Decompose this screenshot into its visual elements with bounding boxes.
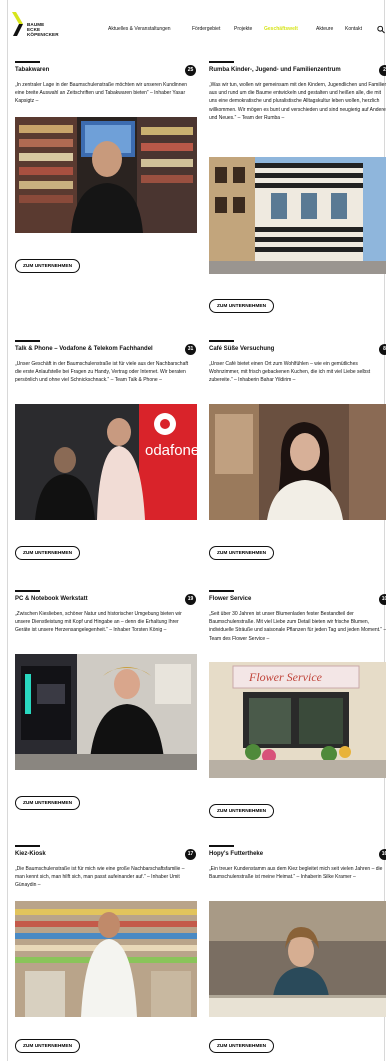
map-number-badge: 17: [185, 849, 196, 860]
talk-phone-photo-art: [15, 404, 197, 520]
nav-item-akteure[interactable]: Akteure: [316, 26, 333, 32]
pc-werkstatt-photo: [15, 654, 197, 770]
card-rule: [15, 61, 40, 63]
card-rule: [15, 845, 40, 847]
map-number-badge: 8: [379, 344, 386, 355]
kiez-kiosk-photo: [15, 901, 197, 1017]
zum-unternehmen-button[interactable]: ZUM UNTERNEHMEN: [15, 796, 81, 810]
card-title: Hopy's Futtertheke: [209, 851, 264, 857]
zum-unternehmen-button[interactable]: ZUM UNTERNEHMEN: [15, 546, 81, 560]
card-title: Flower Service: [209, 596, 252, 602]
card-rule: [209, 61, 234, 63]
card-rule: [209, 340, 234, 342]
zum-unternehmen-button[interactable]: ZUM UNTERNEHMEN: [209, 299, 275, 313]
logo-text: BAUME ECKE KÖPENICKER: [27, 22, 59, 38]
card-title: Rumba Kinder-, Jugend- und Familienzentr…: [209, 67, 341, 73]
card-rule: [209, 590, 234, 592]
card-quote: „In zentraler Lage in der Baumschulenstr…: [15, 82, 188, 105]
card-rule: [15, 590, 40, 592]
zum-unternehmen-button[interactable]: ZUM UNTERNEHMEN: [15, 1039, 81, 1053]
card-rule: [209, 845, 234, 847]
zum-unternehmen-button[interactable]: ZUM UNTERNEHMEN: [15, 259, 81, 273]
nav-item-aktuelles[interactable]: Aktuelles & Veranstaltungen: [108, 26, 171, 32]
site-header: BAUME ECKE KÖPENICKER Aktuelles & Verans…: [0, 0, 386, 46]
logo-line-3: KÖPENICKER: [27, 32, 59, 38]
zum-unternehmen-button[interactable]: ZUM UNTERNEHMEN: [209, 1039, 275, 1053]
nav-item-kontakt[interactable]: Kontakt: [345, 26, 362, 32]
nav-item-geschaeftswelt[interactable]: Geschäftswelt: [264, 26, 298, 32]
card-quote: „Seit über 30 Jahren ist unser Blumenlad…: [209, 611, 386, 642]
tabakwaren-photo: [15, 117, 197, 233]
nav-item-foerdergebiet[interactable]: Fördergebiet: [192, 26, 220, 32]
map-number-badge: 25: [185, 65, 196, 76]
card-quote: „Was wir tun, wollen wir gemeinsam mit d…: [209, 82, 386, 121]
card-quote: „Ein treuer Kundenstamm aus dem Kiez beg…: [209, 866, 383, 881]
map-number-badge: 2: [379, 65, 386, 76]
vodafone-sign: odafone: [145, 442, 197, 459]
rumba-photo: [209, 157, 386, 274]
card-quote: „Unser Geschäft in der Baumschulenstraße…: [15, 361, 189, 384]
site-logo[interactable]: BAUME ECKE KÖPENICKER: [12, 12, 72, 40]
card-title: Tabakwaren: [15, 67, 50, 73]
hopys-futtertheke-photo: [209, 901, 386, 1017]
card-rule: [15, 340, 40, 342]
logo-mark-icon: [12, 12, 23, 36]
cafe-photo: [209, 404, 386, 520]
flower-service-photo: Flower Service: [209, 662, 386, 778]
map-number-badge: 19: [185, 594, 196, 605]
search-icon[interactable]: [377, 25, 385, 34]
map-number-badge: 10: [379, 594, 386, 605]
card-title: Kiez-Kiosk: [15, 851, 46, 857]
card-title: Talk & Phone – Vodafone & Telekom Fachha…: [15, 346, 153, 352]
nav-item-projekte[interactable]: Projekte: [234, 26, 252, 32]
card-title: Café Süße Versuchung: [209, 346, 275, 352]
map-number-badge: 16: [379, 849, 386, 860]
page-frame-left: [7, 0, 8, 1061]
map-number-badge: 31: [185, 344, 196, 355]
card-quote: „Unser Café bietet einen Ort zum Wohlfüh…: [209, 361, 371, 384]
card-quote: „Die Baumschulenstraße ist für mich wie …: [15, 866, 185, 889]
flower-service-sign: Flower Service: [249, 670, 322, 684]
zum-unternehmen-button[interactable]: ZUM UNTERNEHMEN: [209, 804, 275, 818]
card-title: PC & Notebook Werkstatt: [15, 596, 88, 602]
card-quote: „Zwischen Kieslieben, schöner Natur und …: [15, 611, 182, 634]
talk-phone-photo: odafone: [15, 404, 197, 520]
zum-unternehmen-button[interactable]: ZUM UNTERNEHMEN: [209, 546, 275, 560]
